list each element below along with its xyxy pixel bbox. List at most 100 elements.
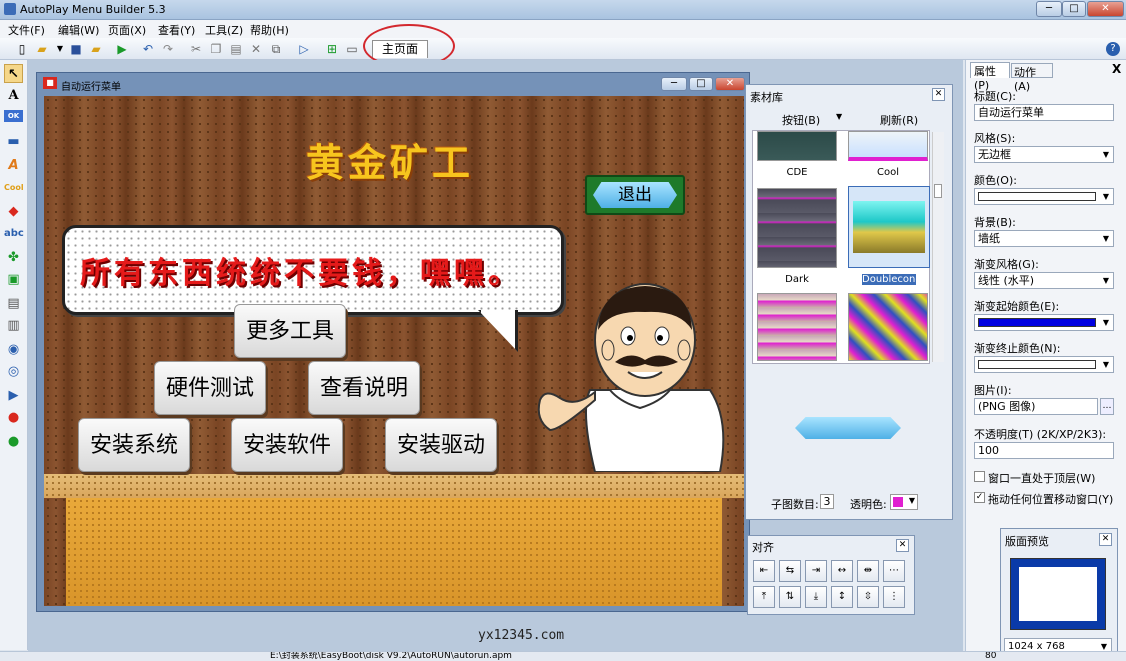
align-center-v-icon[interactable]: ⇅ xyxy=(779,586,801,608)
close-button[interactable]: ✕ xyxy=(1087,1,1124,17)
align-bottom-icon[interactable]: ⤓ xyxy=(805,586,827,608)
run-icon[interactable]: ▶ xyxy=(114,41,130,57)
save-all-icon[interactable]: ▰ xyxy=(88,41,104,57)
material-pink-thumb[interactable] xyxy=(757,293,837,361)
picture-tool-icon[interactable]: ▣ xyxy=(4,270,23,289)
drag-move-checkbox[interactable]: ✓ xyxy=(974,492,985,503)
text-tool-icon[interactable]: A xyxy=(4,86,23,105)
copy-icon[interactable]: ❐ xyxy=(208,41,224,57)
delete-icon[interactable]: ✕ xyxy=(248,41,264,57)
hardware-test-button[interactable]: 硬件测试 xyxy=(154,361,266,415)
properties-close-icon[interactable]: X xyxy=(1112,62,1121,76)
align-center-h-icon[interactable]: ⇆ xyxy=(779,560,801,582)
material-dark-thumb[interactable] xyxy=(757,188,837,268)
help-icon[interactable]: ? xyxy=(1106,42,1120,56)
layout-preview-close-icon[interactable]: ✕ xyxy=(1099,533,1112,546)
materials-close-icon[interactable]: ✕ xyxy=(932,88,945,101)
minimize-button[interactable]: ─ xyxy=(1036,1,1062,17)
paste-icon[interactable]: ▤ xyxy=(228,41,244,57)
tab-actions[interactable]: 动作(A) xyxy=(1011,63,1053,93)
image-browse-button[interactable]: … xyxy=(1100,398,1114,415)
background-select[interactable]: 墙纸 ▼ xyxy=(974,230,1114,247)
align-left-icon[interactable]: ⇤ xyxy=(753,560,775,582)
view-readme-button[interactable]: 查看说明 xyxy=(308,361,420,415)
color-dropdown-icon[interactable]: ▼ xyxy=(1100,190,1112,203)
redo-icon[interactable]: ↷ xyxy=(160,41,176,57)
menu-file[interactable]: 文件(F) xyxy=(8,22,45,38)
more-tools-button[interactable]: 更多工具 xyxy=(234,304,346,358)
gradient-end-dropdown-icon[interactable]: ▼ xyxy=(1100,358,1112,371)
distribute-h-icon[interactable]: ⋯ xyxy=(883,560,905,582)
menu-page[interactable]: 页面(X) xyxy=(108,22,146,38)
gradient-start-dropdown-icon[interactable]: ▼ xyxy=(1100,316,1112,329)
child-maximize-button[interactable]: □ xyxy=(689,77,713,91)
materials-button-dropdown[interactable]: 按钮(B) xyxy=(782,112,820,128)
cool-text-tool-icon[interactable]: Cool xyxy=(4,178,24,197)
exit-button[interactable]: 退出 xyxy=(585,175,685,215)
materials-scrollbar[interactable] xyxy=(932,132,944,362)
align-right-icon[interactable]: ⇥ xyxy=(805,560,827,582)
label-tool-icon[interactable]: abc xyxy=(4,224,24,243)
fancy-text-tool-icon[interactable]: A xyxy=(4,156,23,175)
align-same-height-icon[interactable]: ↕ xyxy=(831,586,853,608)
install-system-button[interactable]: 安装系统 xyxy=(78,418,190,472)
flash-tool-icon[interactable]: ◉ xyxy=(4,340,23,359)
page-nav-icon[interactable]: ▷ xyxy=(296,41,312,57)
maximize-button[interactable]: □ xyxy=(1062,1,1086,17)
material-colorful-thumb[interactable] xyxy=(848,293,928,361)
menu-tools[interactable]: 工具(Z) xyxy=(205,22,243,38)
align-top-icon[interactable]: ⤒ xyxy=(753,586,775,608)
bar-tool-icon[interactable]: ▬ xyxy=(4,132,23,151)
gradient-style-dropdown-icon[interactable]: ▼ xyxy=(1100,274,1112,287)
space-vertical-icon[interactable]: ⇳ xyxy=(857,586,879,608)
document-tool-icon[interactable]: ▥ xyxy=(4,316,23,335)
list-tool-icon[interactable]: ▤ xyxy=(4,294,23,313)
background-dropdown-icon[interactable]: ▼ xyxy=(1100,232,1112,245)
button-tool-icon[interactable]: OK xyxy=(4,110,23,122)
chat-tool-icon[interactable]: ● xyxy=(4,432,23,451)
title-input[interactable]: 自动运行菜单 xyxy=(974,104,1114,121)
transparent-color-picker[interactable]: ▼ xyxy=(890,494,918,510)
gradient-end-picker[interactable]: ▼ xyxy=(974,356,1114,373)
menu-help[interactable]: 帮助(H) xyxy=(250,22,289,38)
shape-tool-icon[interactable]: ◆ xyxy=(4,202,23,221)
page-props-icon[interactable]: ▭ xyxy=(344,41,360,57)
comment-tool-icon[interactable]: ● xyxy=(4,408,23,427)
web-tool-icon[interactable]: ◎ xyxy=(4,362,23,381)
distribute-v-icon[interactable]: ⋮ xyxy=(883,586,905,608)
new-icon[interactable]: ▯ xyxy=(14,41,30,57)
duplicate-icon[interactable]: ⧉ xyxy=(268,41,284,57)
color-picker[interactable]: ▼ xyxy=(974,188,1114,205)
gradient-style-select[interactable]: 线性 (水平) ▼ xyxy=(974,272,1114,289)
image-tool-icon[interactable]: ✤ xyxy=(4,248,23,267)
save-icon[interactable]: ■ xyxy=(68,41,84,57)
style-dropdown-icon[interactable]: ▼ xyxy=(1100,148,1112,161)
materials-refresh-button[interactable]: 刷新(R) xyxy=(880,112,918,128)
open-icon[interactable]: ▰ xyxy=(34,41,50,57)
material-cde-thumb[interactable] xyxy=(757,131,837,161)
space-horizontal-icon[interactable]: ⇹ xyxy=(857,560,879,582)
material-doublecone-thumb[interactable] xyxy=(848,186,930,268)
image-field[interactable]: (PNG 图像) xyxy=(974,398,1098,415)
child-minimize-button[interactable]: ─ xyxy=(661,77,687,91)
undo-icon[interactable]: ↶ xyxy=(140,41,156,57)
materials-scroll-thumb[interactable] xyxy=(934,184,942,198)
child-close-button[interactable]: ✕ xyxy=(715,77,745,91)
style-select[interactable]: 无边框 ▼ xyxy=(974,146,1114,163)
install-software-button[interactable]: 安装软件 xyxy=(231,418,343,472)
gradient-start-picker[interactable]: ▼ xyxy=(974,314,1114,331)
opacity-input[interactable]: 100 xyxy=(974,442,1114,459)
align-close-icon[interactable]: ✕ xyxy=(896,539,909,552)
menu-view[interactable]: 查看(Y) xyxy=(158,22,195,38)
materials-dropdown-icon[interactable]: ▼ xyxy=(836,112,842,121)
tab-properties[interactable]: 属性(P) xyxy=(970,62,1010,92)
media-tool-icon[interactable]: ▶ xyxy=(4,386,23,405)
always-on-top-checkbox[interactable] xyxy=(974,471,985,482)
menu-edit[interactable]: 编辑(W) xyxy=(58,22,99,38)
select-tool-icon[interactable]: ↖ xyxy=(4,64,23,83)
align-same-width-icon[interactable]: ↔ xyxy=(831,560,853,582)
subcount-input[interactable]: 3 xyxy=(820,494,834,509)
open-dropdown-icon[interactable]: ▼ xyxy=(52,41,68,57)
material-cool-thumb[interactable] xyxy=(848,131,928,161)
cut-icon[interactable]: ✂ xyxy=(188,41,204,57)
